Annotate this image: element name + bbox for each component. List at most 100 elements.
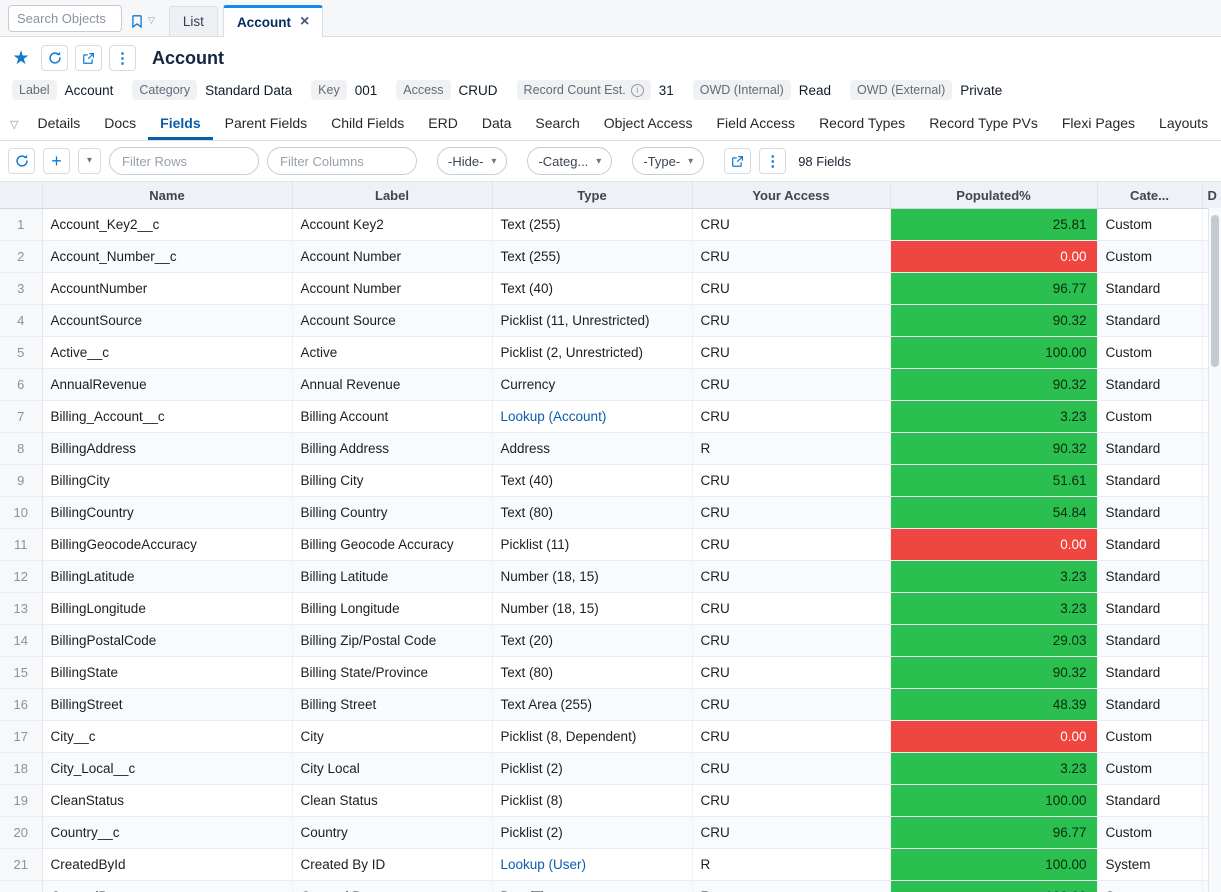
field-category-cell: Custom: [1097, 720, 1203, 753]
chevron-down-icon: ▾: [596, 155, 602, 167]
populated-percent-cell: 0.00: [890, 720, 1098, 753]
field-category-cell: Custom: [1097, 240, 1203, 273]
tab-details[interactable]: Details: [25, 108, 92, 140]
populated-percent-cell: 25.81: [890, 208, 1098, 241]
filter-rows-input[interactable]: [109, 147, 259, 175]
meta-label: OWD (Internal): [692, 80, 791, 100]
select-value: -Hide-: [448, 153, 484, 169]
column-header-cat[interactable]: Cate...: [1097, 181, 1203, 209]
tab-list[interactable]: List: [168, 6, 218, 36]
table-row[interactable]: 5 Active__c Active Picklist (2, Unrestricte…: [0, 336, 1221, 369]
add-button[interactable]: +: [43, 148, 70, 174]
meta-item: Key 001: [311, 80, 377, 100]
field-type-cell: Picklist (2): [492, 816, 693, 849]
refresh-button[interactable]: [41, 45, 68, 71]
populated-percent-cell: 96.77: [890, 272, 1098, 305]
filter-caret-icon[interactable]: ▽: [4, 118, 25, 140]
favorite-star-icon[interactable]: ★: [8, 47, 34, 70]
table-row[interactable]: 20 Country__c Country Picklist (2) CRU 96.77 C…: [0, 816, 1221, 849]
table-row[interactable]: 18 City_Local__c City Local Picklist (2) CRU…: [0, 752, 1221, 785]
field-type-cell[interactable]: Lookup (User): [492, 848, 693, 881]
row-number: 7: [0, 400, 43, 433]
field-access-cell: R: [692, 880, 891, 892]
tab-record-type-pvs[interactable]: Record Type PVs: [917, 108, 1050, 140]
populated-percent-cell: 3.23: [890, 592, 1098, 625]
table-row[interactable]: 7 Billing_Account__c Billing Account Lookup…: [0, 400, 1221, 433]
open-table-external-button[interactable]: [724, 148, 752, 174]
tab-fields[interactable]: Fields: [148, 108, 213, 140]
column-header-type[interactable]: Type: [492, 181, 693, 209]
populated-percent-cell: 90.32: [890, 432, 1098, 465]
more-menu-icon[interactable]: ⋮: [109, 45, 136, 71]
tab-flexi-pages[interactable]: Flexi Pages: [1050, 108, 1147, 140]
row-number: 2: [0, 240, 43, 273]
tab-search[interactable]: Search: [523, 108, 591, 140]
vertical-scrollbar[interactable]: [1208, 208, 1221, 892]
scrollbar-thumb[interactable]: [1211, 215, 1219, 367]
info-icon[interactable]: i: [630, 83, 644, 97]
column-header-pop[interactable]: Populated%: [890, 181, 1098, 209]
tab-record-types[interactable]: Record Types: [807, 108, 917, 140]
close-tab-icon[interactable]: ×: [300, 14, 309, 30]
table-row[interactable]: 13 BillingLongitude Billing Longitude Numbe…: [0, 592, 1221, 625]
table-row[interactable]: 17 City__c City Picklist (8, Dependent) CRU 0…: [0, 720, 1221, 753]
field-label-cell: Created Date: [292, 880, 493, 892]
table-row[interactable]: 10 BillingCountry Billing Country Text (80)…: [0, 496, 1221, 529]
table-row[interactable]: 3 AccountNumber Account Number Text (40) CRU…: [0, 272, 1221, 305]
table-row[interactable]: 2 Account_Number__c Account Number Text (25…: [0, 240, 1221, 273]
field-name-cell: CreatedDate: [42, 880, 293, 892]
column-header-name[interactable]: Name: [42, 181, 293, 209]
column-header-label[interactable]: Label: [292, 181, 493, 209]
field-type-cell: Number (18, 15): [492, 560, 693, 593]
meta-value: 31: [658, 82, 674, 98]
field-category-cell: Custom: [1097, 336, 1203, 369]
refresh-fields-button[interactable]: [8, 148, 35, 174]
meta-label-text: OWD (External): [857, 83, 946, 97]
field-type-cell: Picklist (2): [492, 752, 693, 785]
tab-layouts[interactable]: Layouts: [1147, 108, 1220, 140]
table-row[interactable]: 22CreatedDateCreated DateDate/TimeR100.0…: [0, 880, 1221, 892]
category-select[interactable]: -Categ... ▾: [527, 147, 613, 175]
tab-child-fields[interactable]: Child Fields: [319, 108, 416, 140]
chevron-down-icon[interactable]: ▽: [148, 15, 155, 26]
tab-account[interactable]: Account ×: [222, 5, 324, 37]
search-objects-input[interactable]: [8, 5, 122, 32]
hide-select[interactable]: -Hide- ▾: [437, 147, 508, 175]
tab-docs[interactable]: Docs: [92, 108, 148, 140]
field-name-cell: AccountNumber: [42, 272, 293, 305]
table-row[interactable]: 1 Account_Key2__c Account Key2 Text (255) CR…: [0, 208, 1221, 241]
table-row[interactable]: 16 BillingStreet Billing Street Text Area (…: [0, 688, 1221, 721]
table-row[interactable]: 9 BillingCity Billing City Text (40) CRU 51.6…: [0, 464, 1221, 497]
filter-columns-input[interactable]: [267, 147, 417, 175]
table-row[interactable]: 11 BillingGeocodeAccuracy Billing Geocode …: [0, 528, 1221, 561]
table-row[interactable]: 12 BillingLatitude Billing Latitude Number …: [0, 560, 1221, 593]
table-row[interactable]: 19 CleanStatus Clean Status Picklist (8) CRU…: [0, 784, 1221, 817]
column-header-access[interactable]: Your Access: [692, 181, 891, 209]
column-header-d[interactable]: D: [1202, 181, 1221, 209]
tab-field-access[interactable]: Field Access: [704, 108, 807, 140]
table-row[interactable]: 4 AccountSource Account Source Picklist (11…: [0, 304, 1221, 337]
bookmark-icon[interactable]: [130, 14, 144, 29]
row-number: 17: [0, 720, 43, 753]
open-external-button[interactable]: [75, 45, 102, 71]
row-number: 18: [0, 752, 43, 785]
tab-parent-fields[interactable]: Parent Fields: [213, 108, 319, 140]
table-more-menu-icon[interactable]: ⋮: [759, 148, 787, 174]
type-select[interactable]: -Type- ▾: [632, 147, 705, 175]
tab-erd[interactable]: ERD: [416, 108, 470, 140]
table-row[interactable]: 14 BillingPostalCode Billing Zip/Postal Co…: [0, 624, 1221, 657]
table-row[interactable]: 21 CreatedById Created By ID Lookup (User) R…: [0, 848, 1221, 881]
tab-object-access[interactable]: Object Access: [592, 108, 705, 140]
table-row[interactable]: 6 AnnualRevenue Annual Revenue Currency CRU 9…: [0, 368, 1221, 401]
meta-label: OWD (External): [850, 80, 953, 100]
table-row[interactable]: 8 BillingAddress Billing Address Address R 90…: [0, 432, 1221, 465]
table-row[interactable]: 15 BillingState Billing State/Province Text…: [0, 656, 1221, 689]
meta-value: 001: [354, 82, 378, 98]
field-type-cell: Number (18, 15): [492, 592, 693, 625]
tab-data[interactable]: Data: [470, 108, 524, 140]
field-label-cell: Billing Longitude: [292, 592, 493, 625]
field-access-cell: CRU: [692, 400, 891, 433]
add-options-caret-button[interactable]: ▾: [78, 148, 101, 174]
field-type-cell[interactable]: Lookup (Account): [492, 400, 693, 433]
field-label-cell: Country: [292, 816, 493, 849]
